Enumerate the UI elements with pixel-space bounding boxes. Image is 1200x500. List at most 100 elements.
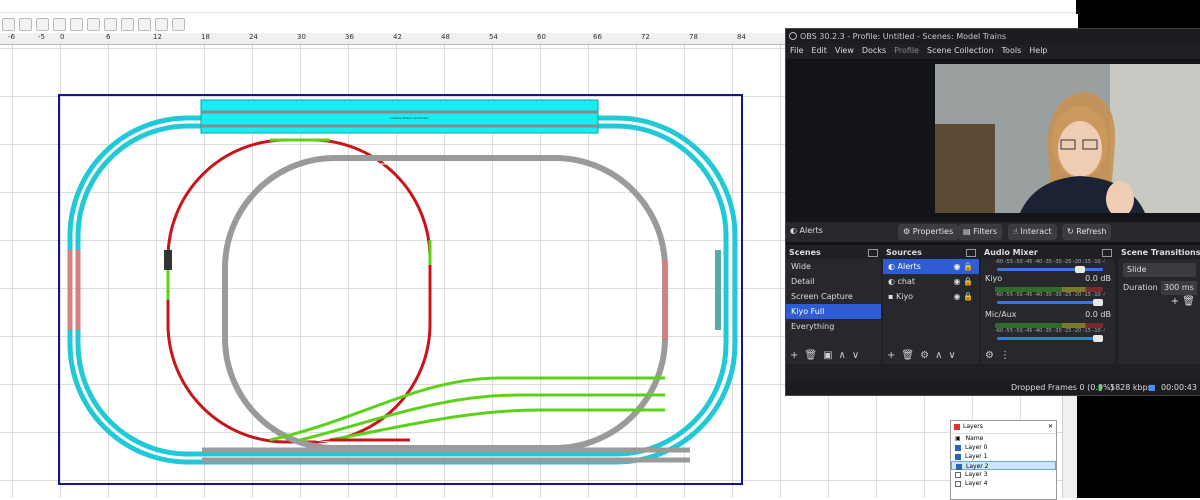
- menu-tools[interactable]: Tools: [1002, 44, 1022, 58]
- ruler-tick: 30: [297, 33, 306, 41]
- menu-profile[interactable]: Profile: [894, 44, 919, 58]
- layer-name: Layer 3: [965, 471, 988, 478]
- mixer-title: Audio Mixer: [984, 248, 1038, 257]
- menu-view[interactable]: View: [835, 44, 854, 58]
- source-item-selected[interactable]: ◐ Alerts ◉ 🔒: [883, 259, 979, 274]
- scene-item[interactable]: Detail: [786, 274, 881, 289]
- menu-scene-collection[interactable]: Scene Collection: [927, 44, 994, 58]
- meter-scale: -60 -55 -50 -45 -40 -35 -30 -25 -20 -15 …: [995, 328, 1105, 334]
- menu-file[interactable]: File: [790, 44, 803, 58]
- scenes-footer: + 🗑 ▣ ∧ ∨: [786, 346, 881, 364]
- popout-icon[interactable]: [868, 249, 878, 257]
- refresh-label: Refresh: [1076, 227, 1107, 236]
- bitrate: 5828 kbps: [1110, 383, 1152, 392]
- toolbar-tool-11-icon[interactable]: [172, 17, 185, 31]
- volume-slider[interactable]: [997, 299, 1103, 306]
- transitions-dock: Scene Transitions Slide Duration 300 ms …: [1118, 246, 1200, 364]
- obs-titlebar: OBS 30.2.3 - Profile: Untitled - Scenes:…: [786, 29, 1200, 44]
- duration-input[interactable]: 300 ms: [1161, 281, 1197, 295]
- interact-button[interactable]: ☝ Interact: [1008, 224, 1057, 240]
- source-name: Alerts: [897, 262, 921, 271]
- layer-checkbox[interactable]: [955, 480, 961, 487]
- add-icon[interactable]: +: [1171, 296, 1179, 307]
- filters-button[interactable]: ▤ Filters: [958, 224, 1003, 240]
- obs-window: OBS 30.2.3 - Profile: Untitled - Scenes:…: [785, 28, 1200, 396]
- ruler-tick: -5: [38, 33, 45, 41]
- column-icon: ▣: [955, 435, 961, 442]
- layer-name: Layer 4: [965, 480, 988, 487]
- trash-icon[interactable]: 🗑: [1182, 296, 1195, 307]
- toolbar-tool-4-icon[interactable]: [53, 17, 66, 31]
- scenes-title: Scenes: [789, 248, 821, 257]
- scene-item[interactable]: Everything: [786, 319, 881, 334]
- toolbar-tool-5-icon[interactable]: [70, 17, 83, 31]
- popout-icon[interactable]: [966, 249, 976, 257]
- toolbar-tool-1-icon[interactable]: [2, 17, 15, 31]
- trash-icon[interactable]: 🗑: [804, 350, 817, 361]
- toolbar-tool-7-icon[interactable]: [104, 17, 117, 31]
- layer-checkbox[interactable]: [955, 453, 961, 460]
- webcam-image: [935, 64, 1200, 213]
- layer-row[interactable]: Layer 1: [951, 452, 1056, 461]
- toolbar-tool-6-icon[interactable]: [87, 17, 100, 31]
- layer-row[interactable]: Layer 3: [951, 470, 1056, 479]
- channel-name: Mic/Aux: [985, 310, 1017, 319]
- add-icon[interactable]: +: [790, 350, 798, 361]
- eye-lock-icons[interactable]: ◉ 🔒: [954, 274, 973, 289]
- layer-checkbox[interactable]: [956, 463, 962, 470]
- red-loop-track: [166, 138, 432, 444]
- interact-label: Interact: [1020, 227, 1052, 236]
- filter-icon[interactable]: ▣: [823, 350, 832, 361]
- up-icon[interactable]: ∧: [839, 350, 846, 361]
- current-source-name: Alerts: [799, 226, 823, 235]
- eye-lock-icons[interactable]: ◉ 🔒: [954, 289, 973, 304]
- layer-row[interactable]: Layer 0: [951, 443, 1056, 452]
- toolbar-tool-3-icon[interactable]: [36, 17, 49, 31]
- scene-item[interactable]: Wide: [786, 259, 881, 274]
- properties-button[interactable]: ⚙ Properties: [898, 224, 959, 240]
- train-icon[interactable]: [164, 250, 172, 270]
- source-item[interactable]: ▪ Kiyo ◉ 🔒: [883, 289, 979, 304]
- slider-knob[interactable]: [1093, 335, 1103, 342]
- layers-title: Layers: [963, 423, 983, 430]
- scene-item[interactable]: Screen Capture: [786, 289, 881, 304]
- menu-help[interactable]: Help: [1029, 44, 1047, 58]
- refresh-button[interactable]: ↻ Refresh: [1062, 224, 1112, 240]
- column-name: Name: [965, 435, 984, 442]
- toolbar-tool-2-icon[interactable]: [19, 17, 32, 31]
- menu-docks[interactable]: Docks: [862, 44, 886, 58]
- trash-icon[interactable]: 🗑: [901, 350, 914, 361]
- toolbar-tool-10-icon[interactable]: [155, 17, 168, 31]
- popout-icon[interactable]: [1102, 249, 1112, 257]
- layer-row-selected[interactable]: Layer 2: [951, 461, 1056, 470]
- volume-slider[interactable]: [997, 335, 1103, 342]
- source-item[interactable]: ◐ chat ◉ 🔒: [883, 274, 979, 289]
- sources-header: Sources: [883, 246, 979, 259]
- close-icon[interactable]: ✕: [1048, 421, 1053, 433]
- mixer-channel: Kiyo 0.0 dB: [981, 271, 1115, 287]
- mixer-channel: Mic/Aux 0.0 dB: [981, 307, 1115, 323]
- scene-item-selected[interactable]: Kiyo Full: [786, 304, 881, 319]
- slider-knob[interactable]: [1093, 299, 1103, 306]
- meter-scale: -60 -55 -50 -45 -40 -35 -30 -25 -20 -15 …: [995, 259, 1105, 265]
- down-icon[interactable]: ∨: [948, 350, 955, 361]
- add-icon[interactable]: +: [887, 350, 895, 361]
- toolbar-tool-9-icon[interactable]: [138, 17, 151, 31]
- layer-checkbox[interactable]: [955, 471, 961, 478]
- down-icon[interactable]: ∨: [852, 350, 859, 361]
- layers-column-header: ▣ Name: [951, 434, 1056, 443]
- gear-icon[interactable]: ⚙: [920, 350, 929, 361]
- sources-footer: + 🗑 ⚙ ∧ ∨: [883, 346, 979, 364]
- up-icon[interactable]: ∧: [935, 350, 942, 361]
- source-toolbar: ◐ Alerts ⚙ Properties ▤ Filters ☝ Intera…: [786, 222, 1200, 242]
- layer-checkbox[interactable]: [955, 444, 961, 451]
- gear-icon[interactable]: ⚙: [985, 350, 994, 361]
- eye-lock-icons[interactable]: ◉ 🔒: [954, 259, 973, 274]
- menu-icon[interactable]: ⋮: [1000, 350, 1010, 361]
- source-name: Kiyo: [895, 292, 914, 301]
- menu-edit[interactable]: Edit: [811, 44, 827, 58]
- layer-row[interactable]: Layer 4: [951, 479, 1056, 488]
- obs-preview[interactable]: [786, 59, 1200, 245]
- transition-type-select[interactable]: Slide: [1123, 263, 1196, 277]
- toolbar-tool-8-icon[interactable]: [121, 17, 134, 31]
